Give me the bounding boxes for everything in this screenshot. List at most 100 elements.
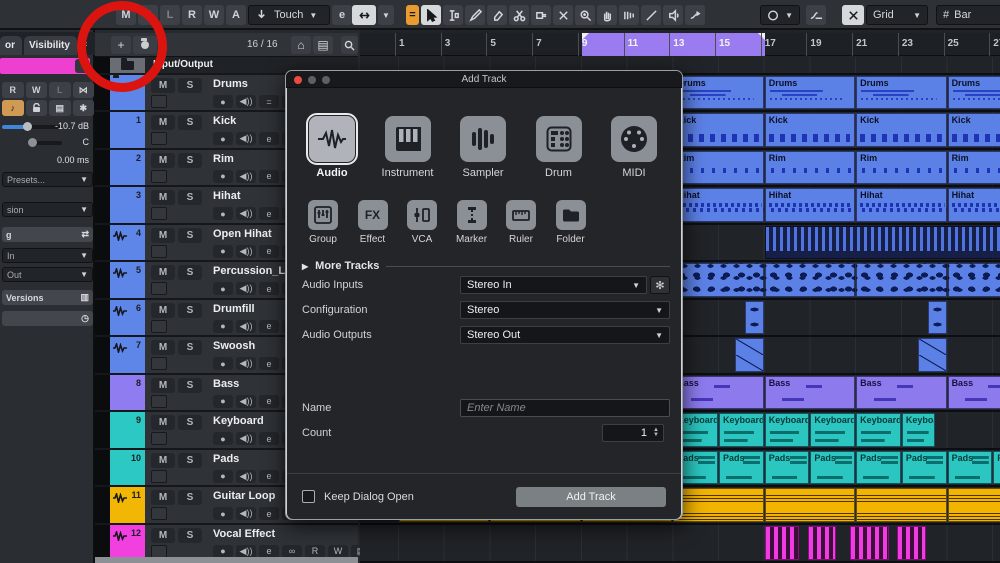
clip-bass[interactable]: Bass: [948, 376, 1000, 409]
automation-a-button[interactable]: A: [226, 5, 246, 25]
track-type-marker[interactable]: Marker: [447, 200, 497, 245]
clip-drums[interactable]: Drums: [765, 76, 855, 109]
track-type-effect[interactable]: FXEffect: [348, 200, 398, 245]
track-name[interactable]: Drumfill: [213, 303, 255, 315]
track-name[interactable]: Percussion_Lo: [213, 265, 292, 277]
mute-button[interactable]: M: [151, 190, 175, 205]
volume-fader[interactable]: [2, 125, 62, 129]
record-icon[interactable]: ●: [213, 395, 233, 408]
clip-pads[interactable]: Pads: [948, 451, 993, 484]
hand-tool[interactable]: [597, 5, 617, 25]
edit-icon[interactable]: e: [259, 170, 279, 183]
color-tool-dropdown[interactable]: ▼: [760, 5, 800, 25]
snap-button[interactable]: [842, 5, 864, 25]
automation-edit-button[interactable]: e: [332, 5, 352, 25]
track-name[interactable]: Open Hihat: [213, 228, 272, 240]
clip-percussion[interactable]: [765, 263, 855, 297]
mute-button[interactable]: M: [151, 78, 175, 93]
solo-button[interactable]: S: [178, 378, 202, 393]
range-select-tool[interactable]: [443, 5, 463, 25]
automation-l-button[interactable]: L: [160, 5, 180, 25]
record-icon[interactable]: ●: [213, 470, 233, 483]
mute-button[interactable]: M: [151, 415, 175, 430]
track-type-vca[interactable]: VCA: [397, 200, 447, 245]
edit-icon[interactable]: e: [259, 320, 279, 333]
clip-drums[interactable]: Drums: [673, 76, 763, 109]
track-name[interactable]: Swoosh: [213, 340, 255, 352]
record-icon[interactable]: ●: [213, 507, 233, 520]
track-color-strip[interactable]: 9: [110, 412, 145, 448]
clip-pads[interactable]: Pads: [856, 451, 901, 484]
transformer-button[interactable]: [806, 5, 826, 25]
monitor-icon[interactable]: ◀)): [236, 432, 256, 445]
clip-vocal-effect[interactable]: [808, 526, 836, 560]
monitor-icon[interactable]: ◀)): [236, 507, 256, 520]
solo-button[interactable]: S: [178, 228, 202, 243]
mute-tool[interactable]: [553, 5, 573, 25]
clip-keyboard[interactable]: Keyboard: [765, 413, 810, 447]
clip-rim[interactable]: Rim: [948, 151, 1000, 184]
autoscroll-button[interactable]: [352, 5, 376, 25]
feedback-tool[interactable]: [685, 5, 705, 25]
solo-button[interactable]: S: [178, 153, 202, 168]
add-track-confirm-button[interactable]: Add Track: [516, 487, 666, 507]
mute-button[interactable]: M: [151, 153, 175, 168]
edit-icon[interactable]: e: [259, 132, 279, 145]
output-routing-dropdown[interactable]: Out▼: [2, 267, 93, 282]
track-color-strip[interactable]: 1: [110, 112, 145, 148]
track-enable-box[interactable]: [151, 395, 167, 408]
routing-section[interactable]: g⇄: [2, 227, 93, 242]
track-type-audio[interactable]: Audio: [300, 116, 364, 179]
track-type-folder[interactable]: Folder: [546, 200, 596, 245]
edit-icon[interactable]: e: [259, 245, 279, 258]
input-routing-dropdown[interactable]: In▼: [2, 248, 93, 263]
clip-drums[interactable]: Drums: [856, 76, 946, 109]
track-enable-box[interactable]: [151, 282, 167, 295]
clip-percussion[interactable]: [948, 263, 1000, 297]
tab-editor-partial[interactable]: or: [0, 36, 22, 55]
record-icon[interactable]: ●: [213, 95, 233, 108]
solo-button[interactable]: S: [178, 265, 202, 280]
zoom-window-icon[interactable]: [322, 76, 330, 84]
expression-dropdown[interactable]: sion▼: [2, 202, 93, 217]
clip-pads[interactable]: Pads: [993, 451, 1000, 484]
zoom-tool[interactable]: [575, 5, 595, 25]
clip-keyboard[interactable]: Keyboard: [810, 413, 855, 447]
automation-mode-dropdown[interactable]: Touch▼: [248, 5, 330, 25]
divider-handle-tool[interactable]: =: [406, 5, 419, 25]
clip-kick[interactable]: Kick: [856, 113, 946, 147]
track-name[interactable]: Rim: [213, 153, 234, 165]
clip-guitar-loop[interactable]: [948, 488, 1000, 522]
track-type-midi[interactable]: MIDI: [602, 116, 666, 179]
inspector-w-button[interactable]: W: [26, 82, 48, 98]
monitor-icon[interactable]: ◀)): [236, 320, 256, 333]
clip-vocal-effect[interactable]: [850, 526, 889, 560]
clip-pads[interactable]: Pads: [902, 451, 947, 484]
delay-value[interactable]: 0.00 ms: [57, 155, 89, 165]
mute-button[interactable]: M: [151, 453, 175, 468]
clip-hihat[interactable]: Hihat: [948, 188, 1000, 222]
monitor-icon[interactable]: ◀)): [236, 95, 256, 108]
clip-pads[interactable]: Pads: [810, 451, 855, 484]
configuration-dropdown[interactable]: Stereo▼: [460, 301, 670, 319]
clip-guitar-loop[interactable]: [673, 488, 763, 522]
track-name-bar[interactable]: ◔: [0, 58, 90, 74]
split-tool[interactable]: [509, 5, 529, 25]
lanes-icon[interactable]: ▤: [49, 100, 71, 116]
track-enable-box[interactable]: [151, 170, 167, 183]
clip-percussion[interactable]: [673, 263, 763, 297]
mute-button[interactable]: M: [151, 265, 175, 280]
automation-r-button[interactable]: R: [182, 5, 202, 25]
solo-button[interactable]: S: [178, 490, 202, 505]
solo-button[interactable]: S: [178, 528, 202, 543]
mute-button[interactable]: M: [151, 490, 175, 505]
equals-icon[interactable]: =: [259, 95, 279, 108]
clip-rim[interactable]: Rim: [673, 151, 763, 184]
track-enable-box[interactable]: [151, 207, 167, 220]
lock-icon[interactable]: [26, 100, 48, 116]
edit-icon[interactable]: e: [259, 207, 279, 220]
track-name[interactable]: Keyboard: [213, 415, 264, 427]
mute-button[interactable]: M: [151, 378, 175, 393]
monitor-icon[interactable]: ◀)): [236, 545, 256, 558]
track-enable-box[interactable]: [151, 245, 167, 258]
